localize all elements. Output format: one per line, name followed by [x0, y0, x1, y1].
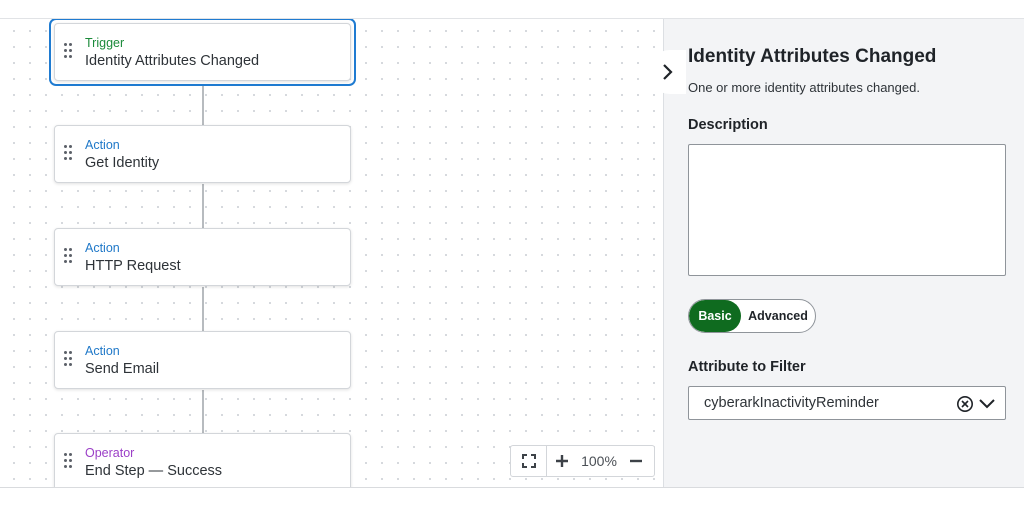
panel-subtitle: One or more identity attributes changed. [688, 80, 920, 95]
attribute-filter-select[interactable]: cyberarkInactivityReminder [688, 386, 1006, 420]
zoom-level: 100% [581, 453, 617, 469]
flow-node-operator[interactable]: Operator End Step — Success [54, 433, 351, 487]
workflow-editor: Trigger Identity Attributes Changed Acti… [0, 0, 1024, 507]
connector [202, 85, 204, 125]
chevron-down-icon[interactable] [978, 396, 996, 412]
collapse-panel-button[interactable] [648, 50, 686, 94]
zoom-out-button[interactable] [621, 454, 651, 468]
drag-handle-icon[interactable] [64, 453, 72, 469]
description-field[interactable] [688, 144, 1006, 276]
mode-toggle: Basic Advanced [688, 299, 816, 333]
node-name-label: Get Identity [85, 155, 160, 171]
zoom-in-button[interactable] [547, 454, 577, 468]
clear-circle-icon[interactable] [956, 395, 974, 413]
drag-handle-icon[interactable] [64, 248, 72, 264]
flow-node-action[interactable]: Action HTTP Request [54, 228, 351, 286]
node-type-label: Action [85, 344, 120, 358]
connector [202, 390, 204, 435]
basic-toggle-button[interactable]: Basic [689, 300, 741, 332]
attribute-filter-value: cyberarkInactivityReminder [704, 395, 879, 411]
advanced-toggle-button[interactable]: Advanced [741, 300, 815, 332]
properties-panel: Identity Attributes Changed One or more … [663, 19, 1024, 487]
plus-icon [556, 455, 568, 467]
connector [202, 287, 204, 332]
flow-node-action[interactable]: Action Get Identity [54, 125, 351, 183]
node-name-label: End Step — Success [85, 463, 223, 479]
minus-icon [630, 459, 642, 463]
node-name-label: Identity Attributes Changed [85, 53, 260, 69]
node-name-label: HTTP Request [85, 258, 181, 274]
fit-screen-icon [521, 454, 536, 468]
flow-canvas[interactable]: Trigger Identity Attributes Changed Acti… [0, 19, 663, 487]
drag-handle-icon[interactable] [64, 351, 72, 367]
connector [202, 184, 204, 229]
bottom-divider [0, 487, 1024, 488]
description-label: Description [688, 117, 768, 133]
node-type-label: Operator [85, 446, 135, 460]
node-type-label: Action [85, 241, 120, 255]
attribute-filter-label: Attribute to Filter [688, 359, 806, 375]
chevron-right-icon [663, 64, 673, 80]
drag-handle-icon[interactable] [64, 43, 72, 59]
node-name-label: Send Email [85, 361, 160, 377]
panel-title: Identity Attributes Changed [688, 46, 937, 67]
flow-node-action[interactable]: Action Send Email [54, 331, 351, 389]
drag-handle-icon[interactable] [64, 145, 72, 161]
node-type-label: Action [85, 138, 120, 152]
flow-node-trigger[interactable]: Trigger Identity Attributes Changed [54, 23, 351, 81]
zoom-controls: 100% [510, 445, 655, 477]
node-type-label: Trigger [85, 36, 125, 50]
fit-screen-button[interactable] [511, 446, 547, 476]
